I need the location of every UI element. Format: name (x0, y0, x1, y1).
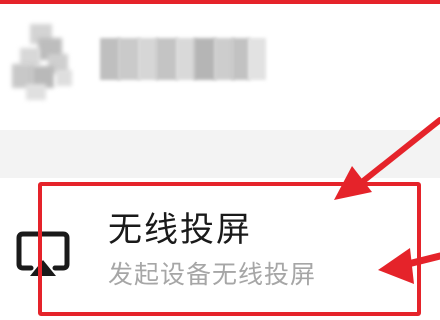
screen: 无线投屏 发起设备无线投屏 (0, 0, 440, 320)
wireless-projection-item[interactable]: 无线投屏 发起设备无线投屏 (0, 178, 440, 320)
section-separator (0, 130, 440, 178)
blurred-username (100, 38, 266, 80)
menu-item-subtitle: 发起设备无线投屏 (108, 260, 317, 289)
blurred-avatar (12, 24, 74, 100)
screen-cast-icon (16, 230, 70, 278)
menu-item-title: 无线投屏 (108, 210, 252, 250)
profile-header[interactable] (0, 4, 440, 130)
